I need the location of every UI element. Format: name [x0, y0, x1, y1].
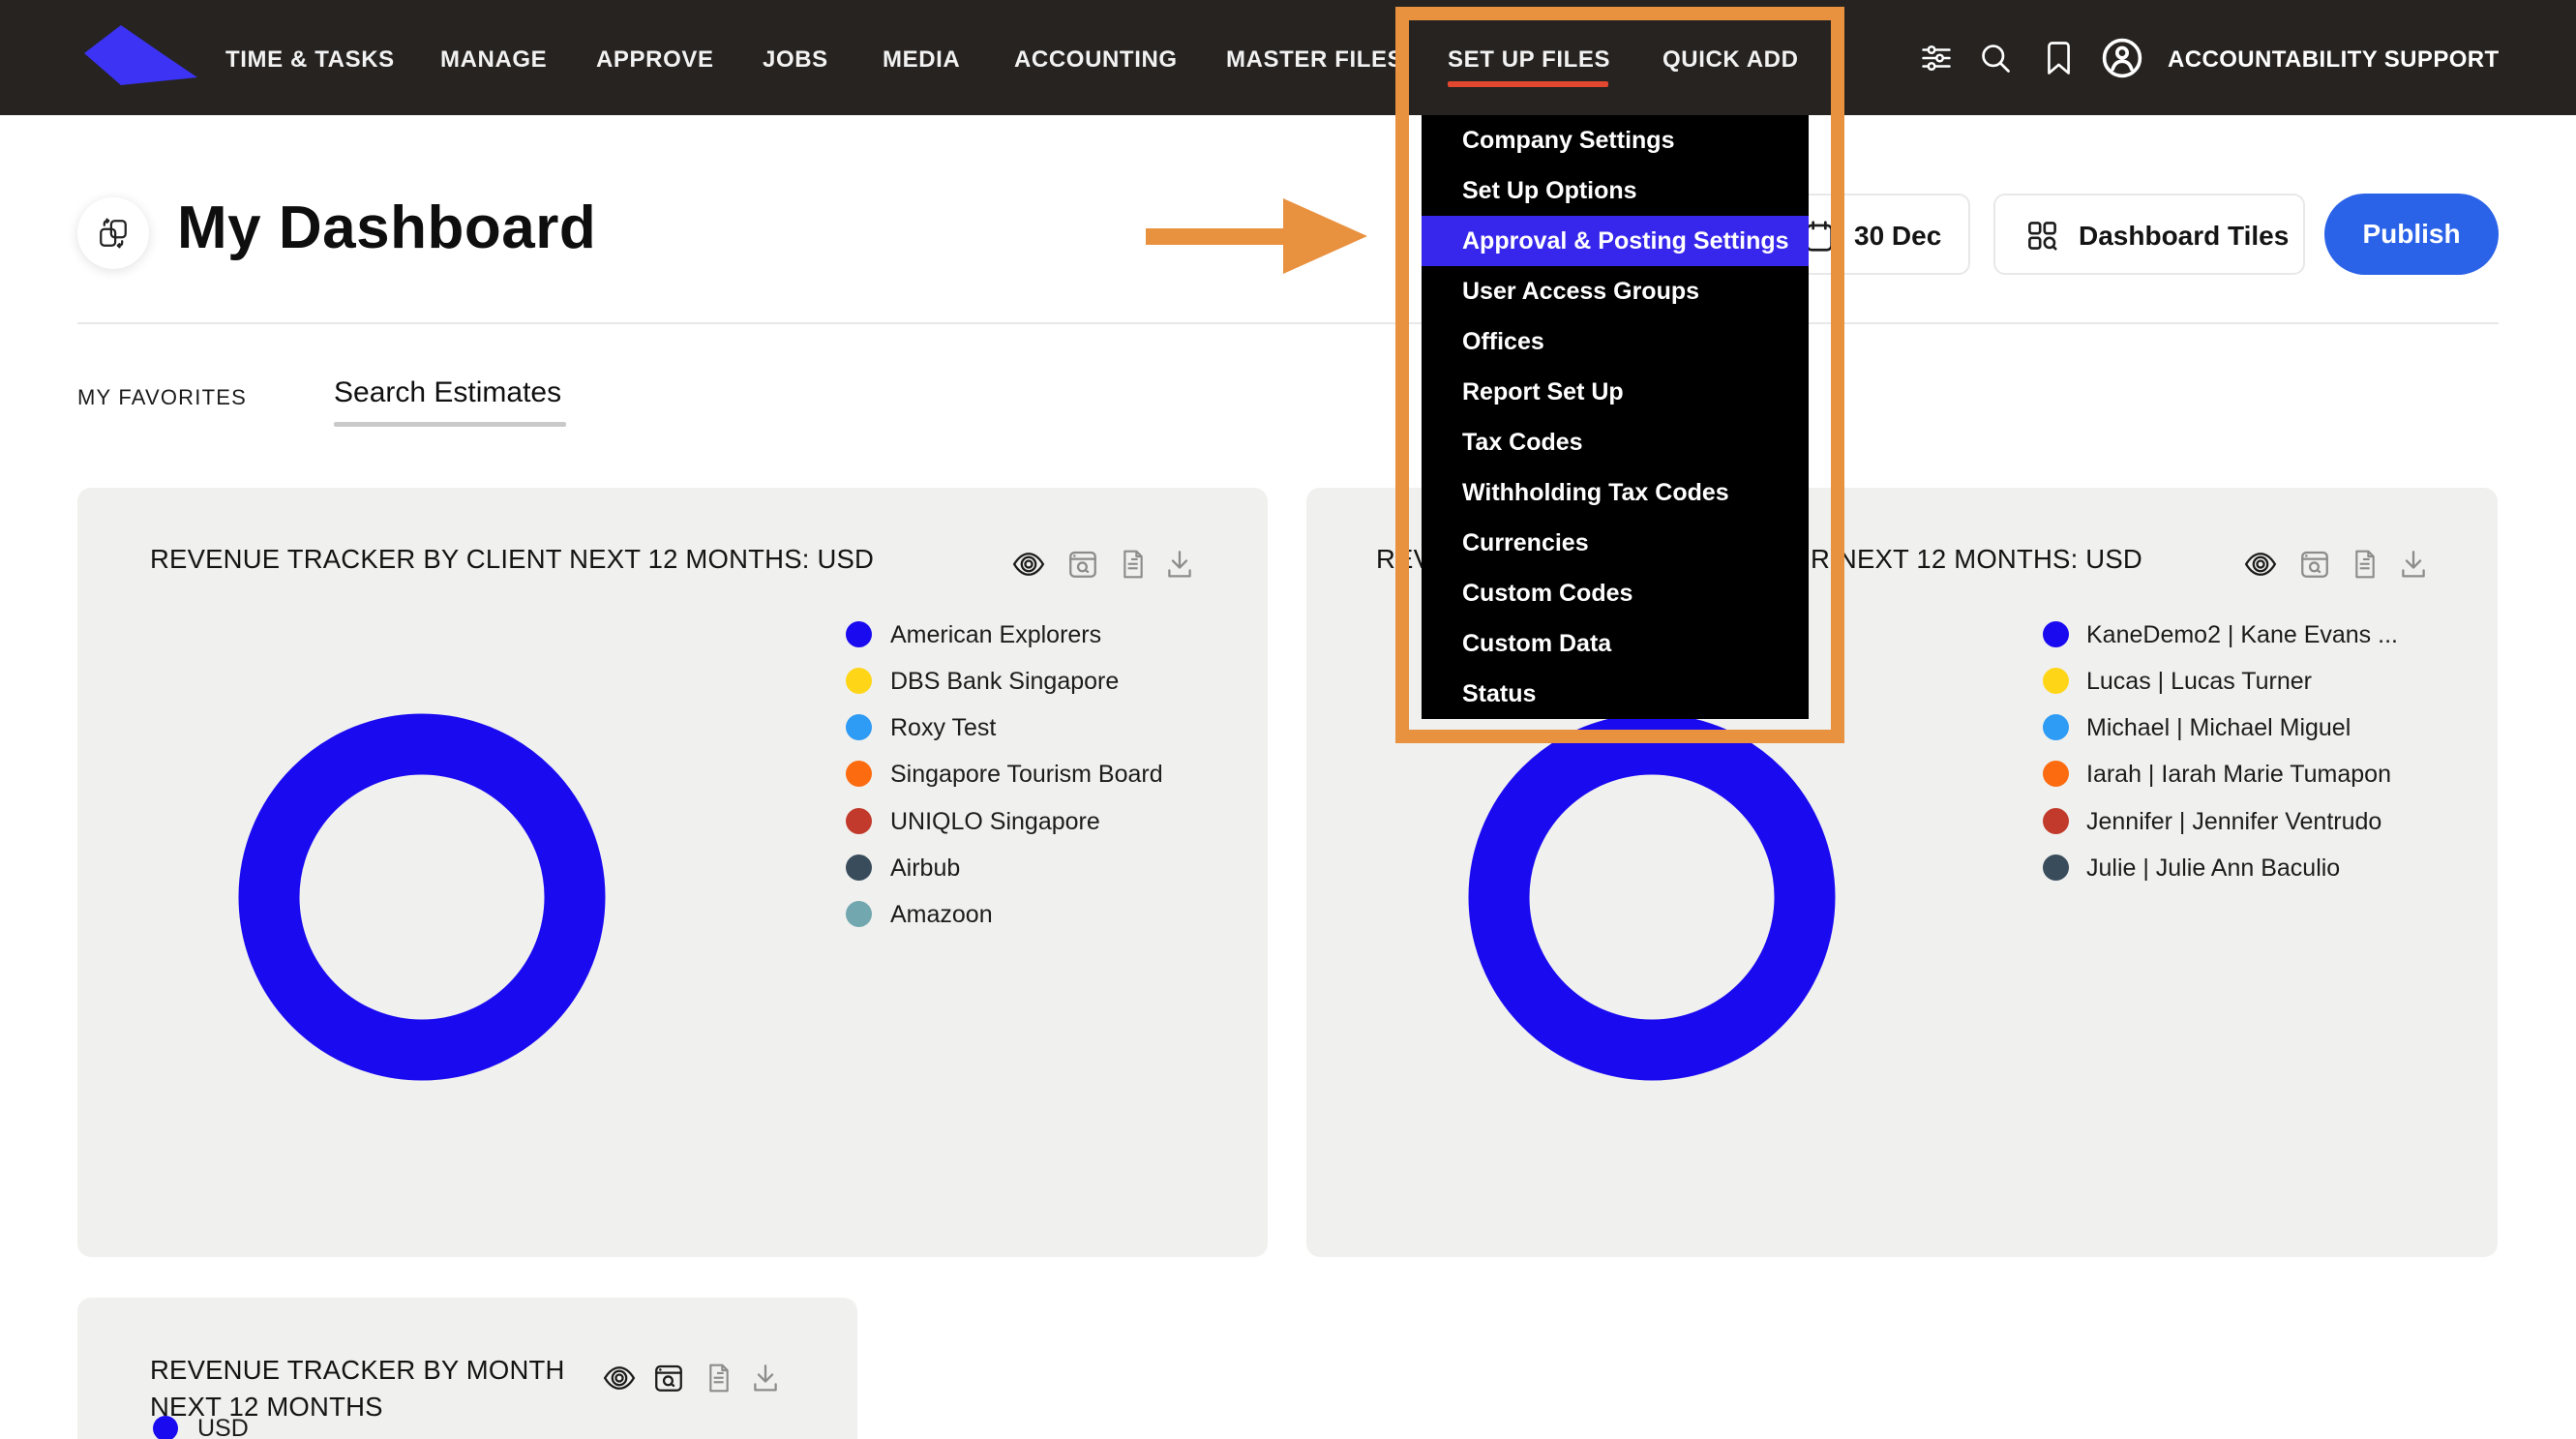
tab-search-estimates[interactable]: Search Estimates [334, 376, 561, 409]
bookmark-icon[interactable] [2044, 40, 2074, 76]
menu-item-company-settings[interactable]: Company Settings [1422, 115, 1809, 165]
active-tab-underline [334, 422, 566, 427]
dashboard-screen: TIME & TASKS MANAGE APPROVE JOBS MEDIA A… [0, 0, 2576, 1439]
nav-item-media[interactable]: MEDIA [883, 46, 960, 74]
date-picker-chip[interactable]: 30 Dec [1783, 194, 1970, 275]
card-title-line1: REVENUE TRACKER BY MONTH [150, 1352, 565, 1389]
legend-dot[interactable] [153, 1416, 178, 1439]
menu-item-tax-codes[interactable]: Tax Codes [1422, 417, 1809, 467]
revenue-donut-chart[interactable] [1468, 713, 1836, 1081]
legend-dot[interactable] [846, 714, 872, 740]
download-icon[interactable] [749, 1362, 782, 1394]
menu-item-custom-codes[interactable]: Custom Codes [1422, 568, 1809, 618]
sliders-icon[interactable] [1920, 42, 1953, 75]
swap-icon [97, 217, 130, 250]
legend-label[interactable]: USD [197, 1415, 249, 1439]
legend-dot[interactable] [2043, 621, 2069, 647]
menu-item-report-set-up[interactable]: Report Set Up [1422, 367, 1809, 417]
eye-icon[interactable] [1012, 548, 1045, 581]
legend-dot[interactable] [846, 668, 872, 694]
preview-card-icon[interactable] [1066, 548, 1099, 581]
card-revenue-by-client: REVENUE TRACKER BY CLIENT NEXT 12 MONTHS… [77, 488, 1268, 1257]
annotation-arrow-shaft [1146, 228, 1283, 245]
app-logo[interactable] [84, 25, 198, 85]
legend-label[interactable]: Lucas | Lucas Turner [2086, 668, 2312, 696]
legend-dot[interactable] [2043, 808, 2069, 834]
active-nav-underline [1448, 81, 1608, 87]
nav-item-time-tasks[interactable]: TIME & TASKS [225, 46, 395, 74]
menu-item-withholding-tax-codes[interactable]: Withholding Tax Codes [1422, 467, 1809, 518]
nav-item-manage[interactable]: MANAGE [440, 46, 547, 74]
annotation-arrow-head [1283, 198, 1367, 274]
account-icon[interactable] [2100, 36, 2144, 80]
nav-item-master-files[interactable]: MASTER FILES [1226, 46, 1403, 74]
legend-label[interactable]: Michael | Michael Miguel [2086, 714, 2351, 742]
legend-dot[interactable] [846, 854, 872, 881]
download-icon[interactable] [1163, 548, 1196, 581]
legend-dot[interactable] [846, 761, 872, 787]
legend-dot[interactable] [2043, 668, 2069, 694]
legend-label[interactable]: Julie | Julie Ann Baculio [2086, 854, 2340, 883]
eye-icon[interactable] [2244, 548, 2277, 581]
legend-label[interactable]: DBS Bank Singapore [890, 668, 1119, 696]
eye-icon[interactable] [603, 1362, 636, 1394]
download-icon[interactable] [2397, 548, 2430, 581]
card-title: REVENUE TRACKER BY CLIENT NEXT 12 MONTHS… [150, 544, 874, 575]
legend-dot[interactable] [2043, 761, 2069, 787]
tab-my-favorites[interactable]: MY FAVORITES [77, 385, 247, 410]
revenue-donut-chart[interactable] [238, 713, 606, 1081]
nav-item-set-up-files[interactable]: SET UP FILES [1448, 46, 1610, 74]
nav-item-jobs[interactable]: JOBS [763, 46, 828, 74]
legend-dot[interactable] [2043, 714, 2069, 740]
legend-label[interactable]: Jennifer | Jennifer Ventrudo [2086, 808, 2381, 836]
document-icon[interactable] [704, 1362, 734, 1394]
legend-dot[interactable] [846, 901, 872, 927]
dashboard-tiles-label: Dashboard Tiles [2079, 221, 2289, 252]
legend-label[interactable]: UNIQLO Singapore [890, 808, 1100, 836]
legend-label[interactable]: Iarah | Iarah Marie Tumapon [2086, 761, 2391, 789]
menu-item-currencies[interactable]: Currencies [1422, 518, 1809, 568]
menu-item-status[interactable]: Status [1422, 669, 1809, 719]
top-navigation-bar: TIME & TASKS MANAGE APPROVE JOBS MEDIA A… [0, 0, 2576, 115]
header-divider [77, 322, 2499, 324]
dashboard-tiles-button[interactable]: Dashboard Tiles [1993, 194, 2305, 275]
menu-item-custom-data[interactable]: Custom Data [1422, 618, 1809, 669]
nav-item-accounting[interactable]: ACCOUNTING [1014, 46, 1178, 74]
document-icon[interactable] [1118, 548, 1149, 581]
search-icon[interactable] [1978, 41, 2013, 75]
legend-dot[interactable] [846, 621, 872, 647]
date-chip-label: 30 Dec [1854, 221, 1941, 252]
legend-label[interactable]: Amazoon [890, 901, 993, 929]
publish-button[interactable]: Publish [2324, 194, 2499, 275]
legend-dot[interactable] [846, 808, 872, 834]
page-title: My Dashboard [177, 194, 596, 262]
menu-item-offices[interactable]: Offices [1422, 316, 1809, 367]
switch-dashboard-button[interactable] [77, 197, 149, 269]
set-up-files-menu: Company Settings Set Up Options Approval… [1422, 115, 1809, 719]
user-account-label[interactable]: ACCOUNTABILITY SUPPORT [2168, 46, 2500, 74]
tiles-icon [2024, 218, 2060, 254]
publish-label: Publish [2362, 219, 2460, 250]
legend-label[interactable]: Roxy Test [890, 714, 996, 742]
legend-label[interactable]: Airbub [890, 854, 960, 883]
card-title-fragment-end: R NEXT 12 MONTHS: USD [1811, 544, 2142, 575]
document-icon[interactable] [2350, 548, 2381, 581]
preview-card-icon[interactable] [2298, 548, 2331, 581]
legend-dot[interactable] [2043, 854, 2069, 881]
legend-label[interactable]: KaneDemo2 | Kane Evans ... [2086, 621, 2398, 649]
legend-label[interactable]: American Explorers [890, 621, 1101, 649]
preview-card-icon[interactable] [652, 1362, 685, 1394]
card-revenue-by-month: REVENUE TRACKER BY MONTH NEXT 12 MONTHS … [77, 1298, 857, 1439]
menu-item-user-access-groups[interactable]: User Access Groups [1422, 266, 1809, 316]
menu-item-approval-posting-settings[interactable]: Approval & Posting Settings [1422, 216, 1809, 266]
menu-item-set-up-options[interactable]: Set Up Options [1422, 165, 1809, 216]
legend-label[interactable]: Singapore Tourism Board [890, 761, 1163, 789]
nav-item-quick-add[interactable]: QUICK ADD [1662, 46, 1799, 74]
nav-item-approve[interactable]: APPROVE [596, 46, 714, 74]
